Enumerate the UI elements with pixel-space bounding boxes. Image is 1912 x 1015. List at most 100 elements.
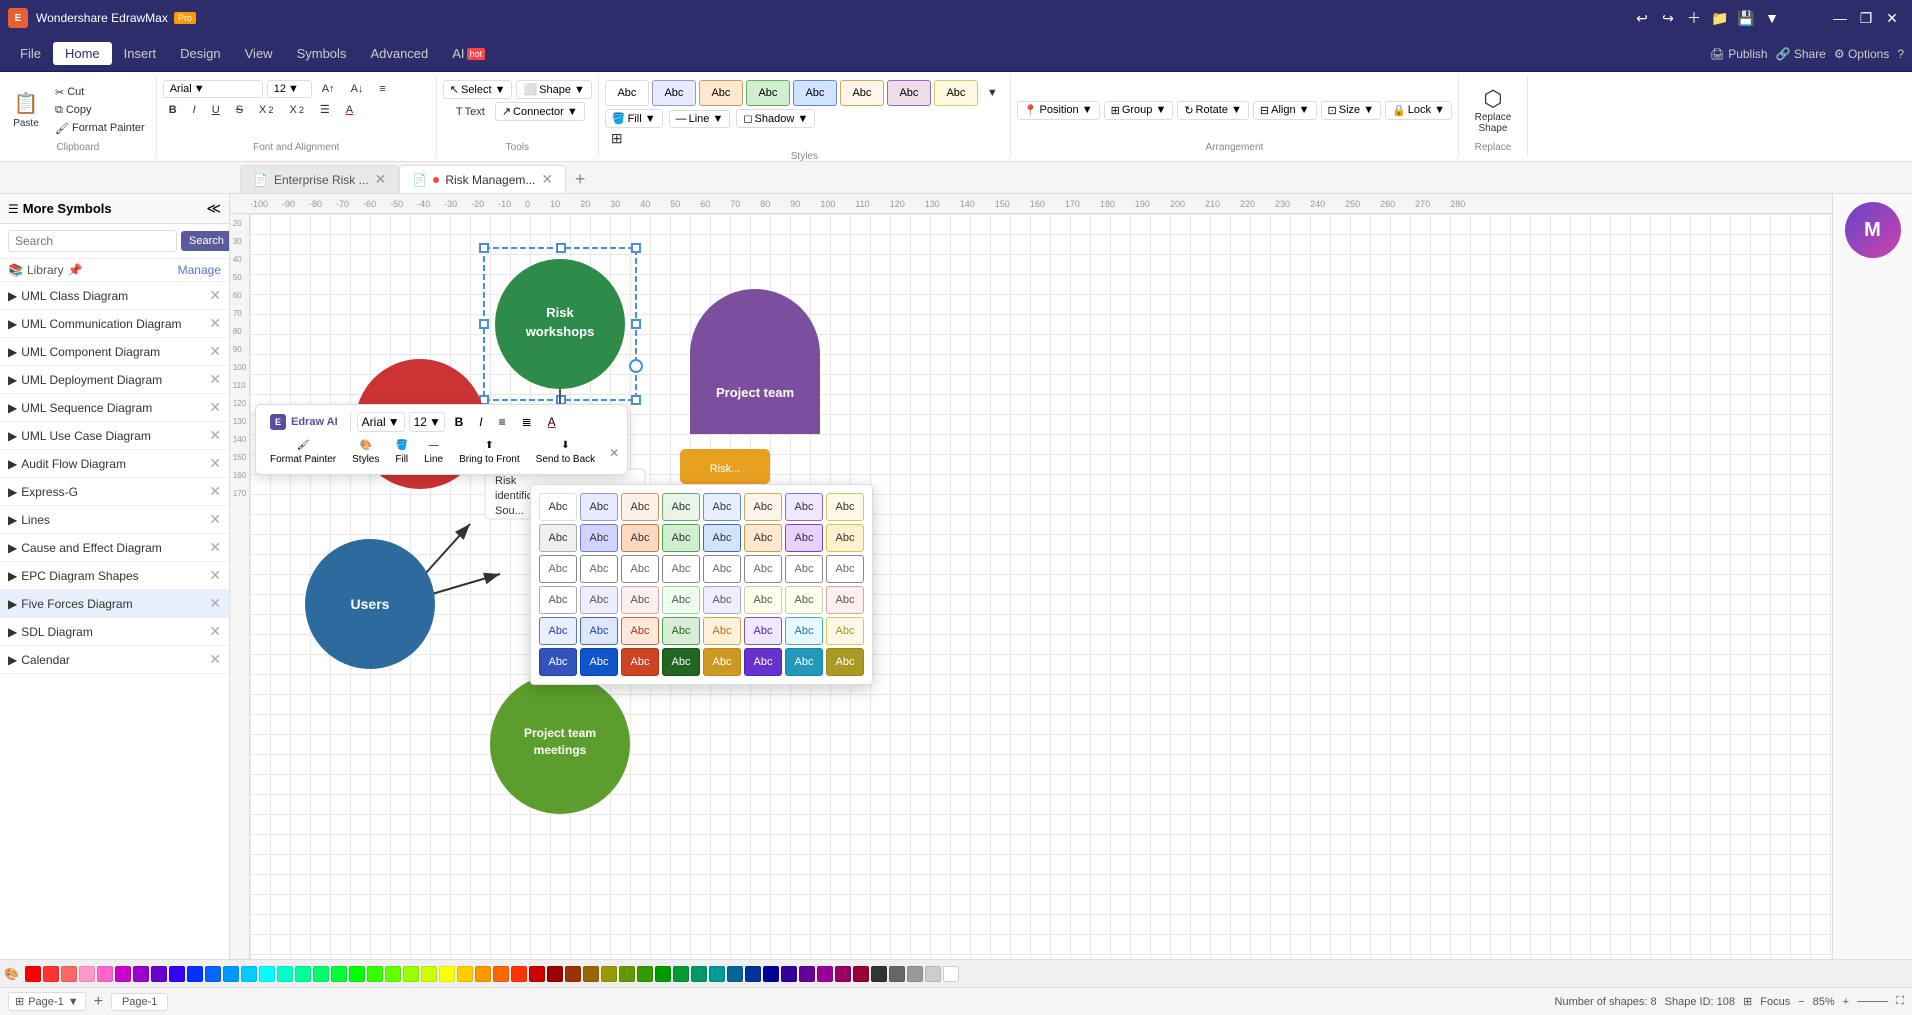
tab-add-btn[interactable]: + [566,165,594,193]
color-swatch-10[interactable] [187,966,203,982]
zoom-slider[interactable]: ──── [1857,996,1888,1008]
style-cell-r5-c1[interactable]: Abc [539,617,577,645]
color-swatch-42[interactable] [763,966,779,982]
lib-close-uml-comm[interactable]: ✕ [209,315,221,332]
ft-format-painter-btn[interactable]: 🖌 Format Painter [264,437,342,468]
lib-close-uml-class[interactable]: ✕ [209,287,221,304]
color-swatch-15[interactable] [277,966,293,982]
add-page-btn[interactable]: + [94,993,103,1011]
color-swatch-31[interactable] [565,966,581,982]
lib-close-uml-seq[interactable]: ✕ [209,399,221,416]
edraw-ai-btn[interactable]: E Edraw AI [264,411,344,433]
color-swatch-50[interactable] [907,966,923,982]
open-btn[interactable]: 📁 [1708,6,1732,30]
style-cell-r4-c6[interactable]: Abc [744,586,782,614]
paste-btn[interactable]: 📋 Paste [6,84,46,136]
style-cell-r1-c1[interactable]: Abc [539,493,577,521]
menu-item-file[interactable]: File [8,42,53,65]
zoom-out-btn[interactable]: − [1798,996,1804,1008]
color-swatch-11[interactable] [205,966,221,982]
style-cell-r6-c6[interactable]: Abc [744,648,782,676]
color-swatch-29[interactable] [529,966,545,982]
color-swatch-33[interactable] [601,966,617,982]
color-swatch-22[interactable] [403,966,419,982]
ft-send-back-btn[interactable]: ⬇ Send to Back [530,437,601,468]
style-cell-r6-c7[interactable]: Abc [785,648,823,676]
color-swatch-25[interactable] [457,966,473,982]
style-swatch-2[interactable]: Abc [652,80,696,106]
menu-item-design[interactable]: Design [168,42,232,65]
font-size-dropdown[interactable]: 12▼ [267,80,312,98]
style-cell-r5-c3[interactable]: Abc [621,617,659,645]
color-swatch-17[interactable] [313,966,329,982]
color-swatch-2[interactable] [43,966,59,982]
style-cell-r1-c8[interactable]: Abc [826,493,864,521]
lib-close-uml-comp[interactable]: ✕ [209,343,221,360]
color-swatch-26[interactable] [475,966,491,982]
tab-enterprise-risk[interactable]: 📄 Enterprise Risk ... ✕ [240,165,399,193]
select-tool-btn[interactable]: ↖Select ▼ [443,80,513,99]
restore-btn[interactable]: ❐ [1854,6,1878,30]
lib-item-uml-comp[interactable]: ▶ UML Component Diagram ✕ [0,338,229,366]
cut-btn[interactable]: ✂Cut [50,84,150,101]
style-cell-r1-c3[interactable]: Abc [621,493,659,521]
color-swatch-4[interactable] [79,966,95,982]
style-swatch-8[interactable]: Abc [934,80,978,106]
focus-btn[interactable]: Focus [1760,996,1790,1008]
style-cell-r2-c1[interactable]: Abc [539,524,577,552]
style-cell-r4-c3[interactable]: Abc [621,586,659,614]
color-swatch-20[interactable] [367,966,383,982]
style-cell-r5-c7[interactable]: Abc [785,617,823,645]
style-cell-r2-c5[interactable]: Abc [703,524,741,552]
style-cell-r3-c5[interactable]: Abc [703,555,741,583]
color-swatch-32[interactable] [583,966,599,982]
color-swatch-24[interactable] [439,966,455,982]
ft-align-left-btn[interactable]: ≡ [493,412,512,432]
color-swatch-27[interactable] [493,966,509,982]
tab-risk-close[interactable]: ✕ [541,171,553,188]
lib-item-five-forces[interactable]: ▶ Five Forces Diagram ✕ [0,590,229,618]
color-swatch-30[interactable] [547,966,563,982]
subscript-btn[interactable]: X2 [283,102,309,118]
italic-btn[interactable]: I [187,102,202,118]
ft-bold-btn[interactable]: B [449,412,470,432]
sidebar-collapse-btn[interactable]: ≪ [206,200,221,217]
color-swatch-45[interactable] [817,966,833,982]
color-swatch-40[interactable] [727,966,743,982]
color-swatch-19[interactable] [349,966,365,982]
position-btn[interactable]: 📍Position ▼ [1017,101,1100,120]
style-cell-r2-c6[interactable]: Abc [744,524,782,552]
color-picker-icon[interactable]: 🎨 [4,967,19,981]
color-swatch-28[interactable] [511,966,527,982]
color-swatch-47[interactable] [853,966,869,982]
lib-close-lines[interactable]: ✕ [209,511,221,528]
ft-italic-btn[interactable]: I [473,412,488,432]
publish-btn[interactable]: 🖨 Publish [1710,47,1768,61]
style-cell-r5-c4[interactable]: Abc [662,617,700,645]
lib-item-lines[interactable]: ▶ Lines ✕ [0,506,229,534]
lib-close-cause[interactable]: ✕ [209,539,221,556]
underline-btn[interactable]: U [206,102,226,118]
share-btn[interactable]: 🔗 Share [1776,47,1826,61]
style-swatch-3[interactable]: Abc [699,80,743,106]
lib-item-uml-deploy[interactable]: ▶ UML Deployment Diagram ✕ [0,366,229,394]
style-cell-r4-c1[interactable]: Abc [539,586,577,614]
lib-close-uml-usecase[interactable]: ✕ [209,427,221,444]
ft-bring-front-btn[interactable]: ⬆ Bring to Front [453,437,526,468]
font-color-btn[interactable]: A [340,102,359,118]
style-cell-r1-c5[interactable]: Abc [703,493,741,521]
lib-close-audit[interactable]: ✕ [209,455,221,472]
style-cell-r5-c5[interactable]: Abc [703,617,741,645]
tab-enterprise-close[interactable]: ✕ [375,171,387,188]
font-name-dropdown[interactable]: Arial▼ [163,80,263,98]
color-swatch-8[interactable] [151,966,167,982]
size-btn[interactable]: ⊡Size ▼ [1321,101,1382,120]
lib-close-five-forces[interactable]: ✕ [209,595,221,612]
more-btn[interactable]: ▼ [1760,6,1784,30]
style-cell-r3-c8[interactable]: Abc [826,555,864,583]
lib-close-express[interactable]: ✕ [209,483,221,500]
fill-btn[interactable]: 🪣Fill ▼ [605,109,663,128]
shadow-btn[interactable]: ◻Shadow ▼ [736,109,815,128]
style-cell-r3-c1[interactable]: Abc [539,555,577,583]
color-swatch-21[interactable] [385,966,401,982]
